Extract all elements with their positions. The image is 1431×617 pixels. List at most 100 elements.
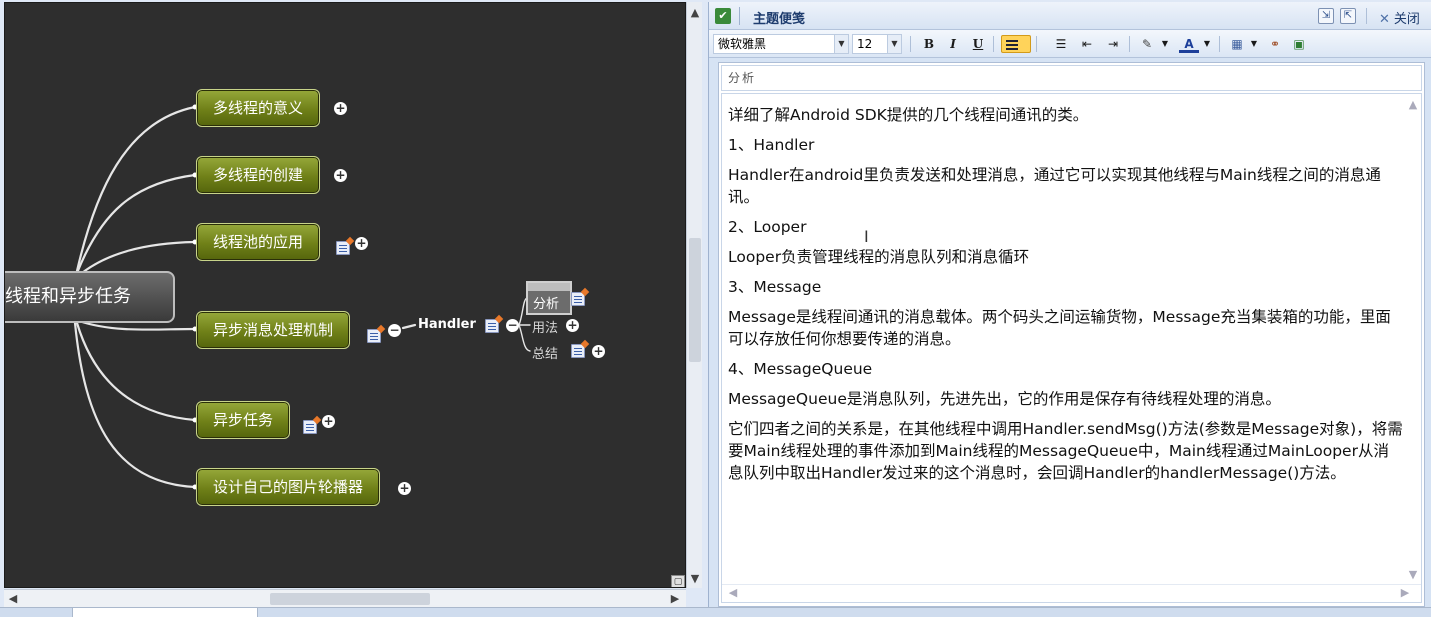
expand-plus-icon[interactable]: +	[398, 482, 411, 495]
font-color-icon[interactable]: A	[1179, 35, 1199, 53]
indent-icon[interactable]: ⇥	[1103, 35, 1123, 53]
paragraph: 详细了解Android SDK提供的几个线程间通讯的类。	[728, 106, 1089, 124]
close-icon: ✕	[1379, 12, 1390, 27]
mindmap-canvas[interactable]: 多线程和异步任务 多线程的意义 + 多线程的创建 + 线程池的应用 + 异步消息…	[4, 2, 686, 588]
notes-horizontal-scrollbar[interactable]: ◀ ▶	[722, 584, 1421, 602]
note-icon[interactable]	[571, 344, 585, 358]
root-topic-label: 多线程和异步任务	[4, 286, 131, 307]
connector-branch-5	[75, 321, 197, 422]
divider	[1036, 36, 1037, 52]
divider	[739, 7, 740, 25]
topic-node[interactable]: 异步消息处理机制	[196, 311, 351, 349]
close-label: 关闭	[1393, 12, 1420, 27]
fit-view-icon[interactable]: ▢	[671, 575, 685, 587]
scroll-right-icon[interactable]: ▶	[668, 592, 682, 606]
paragraph: Message是线程间通讯的消息载体。两个码头之间运输货物，Message充当集…	[728, 308, 1391, 348]
subtopic-label[interactable]: 用法	[532, 317, 558, 336]
scroll-down-icon[interactable]: ▼	[688, 572, 702, 586]
connector-sub-3	[518, 324, 531, 352]
notes-subject: 分析	[721, 65, 1422, 91]
scroll-up-icon[interactable]: ▲	[1406, 98, 1420, 112]
scroll-right-icon[interactable]: ▶	[1398, 586, 1412, 600]
note-icon[interactable]	[336, 241, 350, 255]
paragraph: 它们四者之间的关系是，在其他线程中调用Handler.sendMsg()方法(参…	[728, 420, 1403, 482]
note-icon[interactable]	[367, 329, 381, 343]
divider	[910, 36, 911, 52]
topic-notes-panel: ✔ 主题便笺 ⇲ ⇱ ✕ 关闭 微软雅黑 ▼ 12 ▼ B I U ☰ ⇤ ⇥ …	[708, 2, 1431, 607]
paragraph: 3、Message	[728, 278, 822, 296]
scroll-down-icon[interactable]: ▼	[1406, 568, 1420, 582]
topic-node[interactable]: 多线程的意义	[196, 89, 321, 127]
export-icon[interactable]: ⇲	[1318, 8, 1334, 24]
notes-text-area[interactable]: 详细了解Android SDK提供的几个线程间通讯的类。 1、Handler H…	[721, 93, 1422, 603]
canvas-vertical-scrollbar[interactable]: ▲ ▼	[686, 2, 702, 588]
expand-plus-icon[interactable]: +	[334, 169, 347, 182]
close-button[interactable]: ✕ 关闭	[1379, 8, 1420, 27]
highlight-color-icon[interactable]: ✎	[1137, 35, 1157, 53]
paragraph: 2、Looper	[728, 218, 807, 236]
subtopic-selected[interactable]: 分析	[526, 281, 572, 315]
chevron-down-icon[interactable]: ▼	[887, 35, 901, 53]
scroll-left-icon[interactable]: ◀	[726, 586, 740, 600]
outdent-icon[interactable]: ⇤	[1077, 35, 1097, 53]
root-topic[interactable]: 多线程和异步任务	[4, 271, 175, 323]
font-size-select[interactable]: 12 ▼	[852, 34, 902, 54]
note-icon[interactable]	[571, 292, 585, 306]
font-size-value: 12	[857, 37, 873, 51]
connector-handler	[401, 323, 417, 330]
topic-node[interactable]: 设计自己的图片轮播器	[196, 468, 381, 506]
expand-plus-icon[interactable]: +	[355, 237, 368, 250]
app-window: 多线程和异步任务 多线程的意义 + 多线程的创建 + 线程池的应用 + 异步消息…	[0, 0, 1431, 617]
notes-text[interactable]: 详细了解Android SDK提供的几个线程间通讯的类。 1、Handler H…	[728, 104, 1404, 492]
scrollbar-thumb[interactable]	[689, 238, 701, 362]
expand-plus-icon[interactable]: +	[566, 319, 579, 332]
chevron-down-icon[interactable]: ▼	[1197, 35, 1217, 53]
import-icon[interactable]: ⇱	[1340, 8, 1356, 24]
paragraph: 4、MessageQueue	[728, 360, 873, 378]
note-icon[interactable]	[303, 420, 317, 434]
chevron-down-icon[interactable]: ▼	[1244, 35, 1264, 53]
note-icon[interactable]	[485, 319, 499, 333]
collapse-minus-icon[interactable]: −	[388, 324, 401, 337]
notes-title: 主题便笺	[753, 12, 806, 27]
canvas-horizontal-scrollbar[interactable]: ◀ ▶	[4, 589, 686, 607]
connector-branch-6	[73, 321, 197, 489]
hyperlink-icon[interactable]: ⚭	[1265, 35, 1285, 53]
handler-topic[interactable]: Handler	[418, 317, 476, 332]
align-left-button[interactable]	[1001, 35, 1031, 53]
divider	[1219, 36, 1220, 52]
topic-label: 线程池的应用	[213, 233, 304, 251]
sheet-tab[interactable]	[72, 607, 258, 617]
align-left-icon	[1006, 40, 1018, 42]
notes-app-icon: ✔	[715, 8, 731, 24]
bullet-list-icon[interactable]: ☰	[1051, 35, 1071, 53]
expand-plus-icon[interactable]: +	[334, 102, 347, 115]
chevron-down-icon[interactable]: ▼	[1155, 35, 1175, 53]
underline-button[interactable]: U	[968, 35, 988, 53]
topic-node[interactable]: 多线程的创建	[196, 156, 321, 194]
scrollbar-thumb[interactable]	[270, 593, 430, 605]
topic-node[interactable]: 线程池的应用	[196, 223, 321, 261]
paragraph: 1、Handler	[728, 136, 815, 154]
selection-marker	[528, 283, 570, 291]
expand-plus-icon[interactable]: +	[592, 345, 605, 358]
bold-button[interactable]: B	[919, 35, 939, 53]
paragraph: Handler在android里负责发送和处理消息，通过它可以实现其他线程与Ma…	[728, 166, 1381, 206]
font-family-select[interactable]: 微软雅黑 ▼	[713, 34, 849, 54]
notes-editor: 分析 详细了解Android SDK提供的几个线程间通讯的类。 1、Handle…	[718, 62, 1425, 607]
topic-label: 多线程的创建	[213, 166, 304, 184]
chevron-down-icon[interactable]: ▼	[834, 35, 848, 53]
notes-vertical-scrollbar[interactable]: ▲ ▼	[1405, 94, 1421, 584]
connector-branch-1	[75, 105, 197, 273]
collapse-minus-icon[interactable]: −	[506, 319, 519, 332]
italic-button[interactable]: I	[943, 35, 963, 53]
scroll-left-icon[interactable]: ◀	[6, 592, 20, 606]
topic-node[interactable]: 异步任务	[196, 401, 291, 439]
divider	[1366, 8, 1367, 24]
topic-label: 多线程的意义	[213, 99, 304, 117]
insert-image-icon[interactable]: ▣	[1289, 35, 1309, 53]
subtopic-label[interactable]: 总结	[532, 343, 558, 362]
expand-plus-icon[interactable]: +	[322, 415, 335, 428]
divider	[1129, 36, 1130, 52]
scroll-up-icon[interactable]: ▲	[688, 6, 702, 20]
